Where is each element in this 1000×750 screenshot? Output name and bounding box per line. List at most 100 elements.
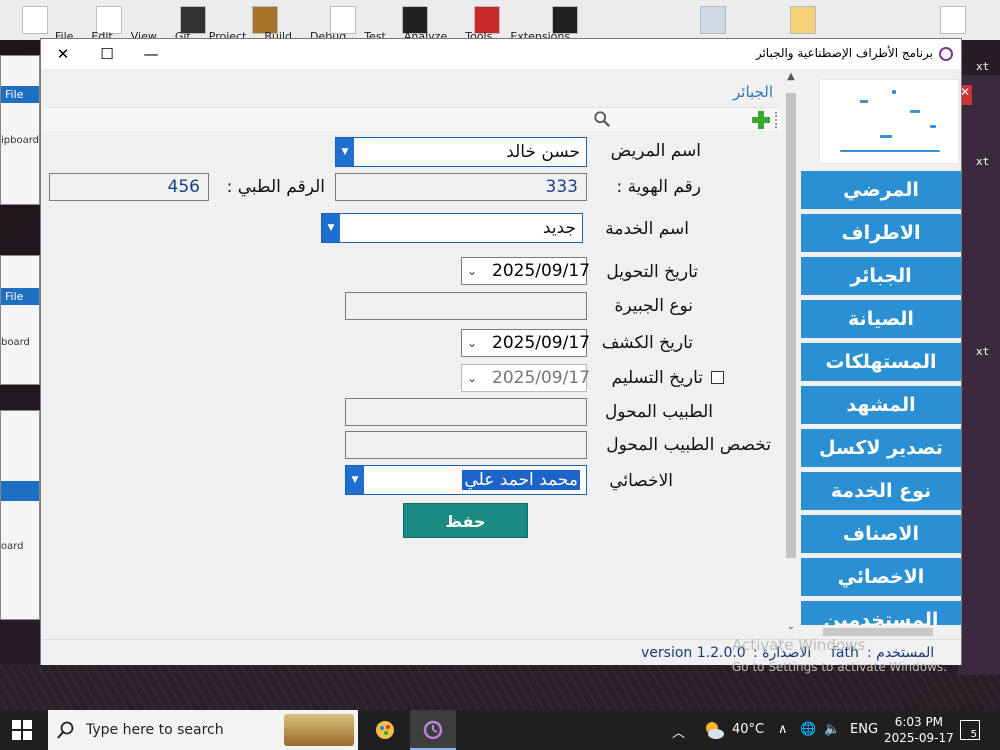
specialist-select[interactable]: محمد احمد علي ▼ [345,465,587,495]
page-title: الجبائر [733,83,773,101]
chevron-down-icon[interactable]: ⌄ [467,365,477,391]
clipboard-label: board [1,337,30,348]
medical-no-label: الرقم الطبي : [226,177,325,197]
delivery-date-value: 2025/09/17 [492,368,590,388]
sidebar-item-limbs[interactable]: الاطراف [801,214,961,252]
window-title: برنامج الأطراف الإصطناعية والجبائر [755,46,933,60]
chevron-down-icon[interactable]: ⌄ [467,258,477,284]
volume-icon[interactable]: 🔈 [824,722,840,737]
window-icon [700,6,726,34]
activate-windows-subtitle: Go to Settings to activate Windows. [732,660,947,674]
sidebar-item-scene[interactable]: المشهد [801,386,961,424]
delivery-date-checkbox[interactable] [711,371,724,384]
exam-date-value: 2025/09/17 [492,333,590,353]
title-bar: ✕ ☐ — برنامج الأطراف الإصطناعية والجبائر [41,39,961,69]
clock-date: 2025-09-17 [884,731,954,745]
sidebar-item-patients[interactable]: المرضي [801,171,961,209]
sidebar-item-consumables[interactable]: المستهلكات [801,343,961,381]
document-icon [22,6,48,34]
notification-count: 5 [970,729,977,740]
clipboard-label: oard [1,541,24,552]
tray-chevron-icon[interactable]: ︿ [672,722,685,741]
search-icon [57,721,74,739]
snippet-text: xt [976,60,990,73]
sidebar-item-items[interactable]: الاصناف [801,515,961,553]
maximize-button[interactable]: ☐ [85,42,129,66]
vertical-scrollbar[interactable]: ▲ ⌄ [783,69,799,639]
user-label: المستخدم : [867,645,935,661]
file-menu[interactable]: File [1,86,39,103]
file-menu[interactable] [1,481,39,501]
sidebar: المرضي الاطراف الجبائر الصيانة المستهلكا… [799,69,961,639]
background-window[interactable]: File ipboard [0,55,40,205]
file-menu[interactable]: File [1,288,39,305]
scrollbar-thumb[interactable] [786,93,796,558]
app-window: ✕ ☐ — برنامج الأطراف الإصطناعية والجبائر… [40,38,962,665]
notification-icon[interactable]: 5 [960,720,980,740]
add-icon[interactable] [751,110,771,130]
background-window-right[interactable]: ✕ xt xt xt [958,60,1000,675]
taskbar-app-prosthetics[interactable] [410,710,456,750]
snippet-text: xt [976,155,990,168]
specialist-label: الاخصائي [609,471,673,491]
scroll-up-icon[interactable]: ▲ [783,71,799,82]
referring-doctor-field[interactable] [345,398,587,426]
splint-type-field[interactable] [345,292,587,320]
service-value: جديد [542,218,576,238]
weather-icon[interactable] [702,718,726,742]
referring-doctor-label: الطبيب المحول [604,402,713,422]
sidebar-item-specialist[interactable]: الاخصائي [801,558,961,596]
windows-start-icon[interactable] [12,720,32,740]
background-window[interactable]: File board [0,255,40,385]
medical-no-field[interactable]: 456 [49,173,209,201]
patient-name-value: حسن خالد [506,142,580,162]
system-clock[interactable]: 6:03 PM 2025-09-17 [884,714,954,746]
minimize-button[interactable]: — [129,42,173,66]
version-value: version 1.2.0.0 [641,645,746,661]
activate-windows-title: Activate Windows [732,636,866,654]
show-hidden-icon[interactable]: ∧ [778,722,788,737]
delivery-date-label: تاريخ التسليم [611,368,704,388]
splint-type-label: نوع الجبيرة [614,296,693,316]
service-label: اسم الخدمة [605,219,689,239]
service-select[interactable]: جديد ▼ [321,213,583,243]
network-icon[interactable]: 🌐 [800,722,816,737]
id-field[interactable]: 333 [335,173,587,201]
logo [819,79,959,164]
chevron-down-icon[interactable]: ▼ [346,466,364,494]
sidebar-item-users[interactable]: المستخدمين [801,601,961,625]
form-panel: الجبائر اسم المريض حسن خالد ▼ رقم الهوية… [41,69,799,639]
toolbar [43,107,781,131]
search-placeholder: Type here to search [86,722,224,738]
referral-date-value: 2025/09/17 [492,261,590,281]
close-button[interactable]: ✕ [41,42,85,66]
exam-date-picker[interactable]: ⌄ 2025/09/17 [461,329,590,357]
document-icon [940,6,966,34]
patient-name-label: اسم المريض [610,141,701,161]
chevron-down-icon[interactable]: ▼ [336,138,354,166]
chevron-down-icon[interactable]: ⌄ [467,330,477,356]
chevron-down-icon[interactable]: ▼ [322,214,340,242]
clipboard-label: ipboard [1,135,40,146]
sidebar-item-service-type[interactable]: نوع الخدمة [801,472,961,510]
id-label: رقم الهوية : [616,177,701,197]
delivery-date-picker[interactable]: ⌄ 2025/09/17 [461,364,590,392]
doctor-specialty-field[interactable] [345,431,587,459]
temperature-text: 40°C [732,722,765,737]
referral-date-label: تاريخ التحويل [606,262,698,282]
scrollbar-thumb[interactable] [823,628,933,636]
referral-date-picker[interactable]: ⌄ 2025/09/17 [461,257,590,285]
scroll-down-icon[interactable]: ⌄ [783,621,799,632]
taskbar-search[interactable]: Type here to search [48,710,358,750]
language-indicator[interactable]: ENG [850,722,878,737]
background-window[interactable]: oard [0,410,40,620]
save-button[interactable]: حفظ [403,503,528,538]
patient-name-select[interactable]: حسن خالد ▼ [335,137,587,167]
sidebar-item-maintenance[interactable]: الصيانة [801,300,961,338]
taskbar-app-paint[interactable] [362,710,408,750]
taskbar: Type here to search ︿ 40°C ∧ 🌐 🔈 ENG 6:0… [0,710,1000,750]
sidebar-item-splints[interactable]: الجبائر [801,257,961,295]
sidebar-item-export-excel[interactable]: تصدير لاكسل [801,429,961,467]
search-icon[interactable] [593,110,611,128]
toolbar-grip [775,112,778,128]
